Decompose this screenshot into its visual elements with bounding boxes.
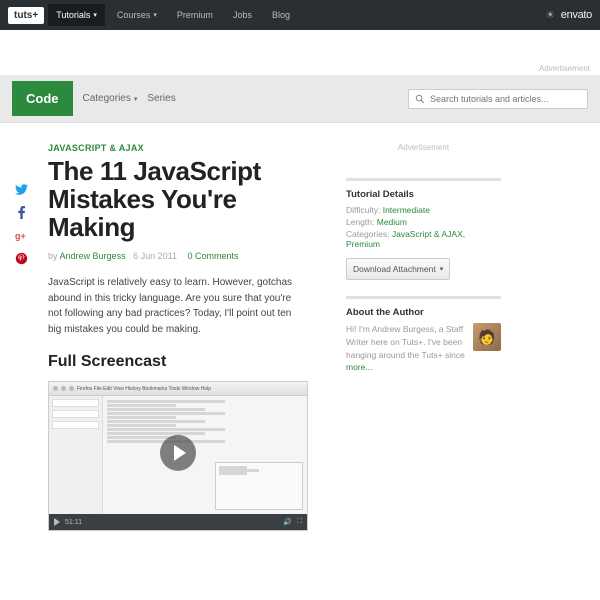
volume-icon[interactable]: 🔊 [283,518,292,526]
about-body: Hi! I'm Andrew Burgess, a Staff Writer h… [346,323,501,374]
file-item [52,421,99,429]
comments-link[interactable]: 0 Comments [187,251,238,261]
more-link[interactable]: more... [346,362,372,372]
nav-label: Tutorials [56,10,90,20]
chevron-down-icon: ▾ [93,11,97,19]
about-author-panel: About the Author Hi! I'm Andrew Burgess,… [346,296,501,374]
window-dot-icon [53,386,58,391]
search-input[interactable] [430,94,581,104]
video-time: 51:11 [65,519,82,526]
code-line [107,416,176,419]
detail-key: Categories: [346,229,389,239]
nav-premium[interactable]: Premium [169,4,221,26]
code-line [107,408,205,411]
logo-plus: + [32,10,38,21]
editor-sidebar [49,396,103,514]
detail-val: Intermediate [383,205,430,215]
top-nav-left: tuts+ Tutorials▾ Courses▾ Premium Jobs B… [8,4,298,26]
chevron-down-icon: ▾ [153,11,157,19]
nav-tutorials[interactable]: Tutorials▾ [48,4,105,26]
dev-console [215,462,303,510]
search-box[interactable] [408,89,588,109]
byline-prefix: by [48,251,58,261]
categories-label: Categories [83,93,131,104]
chevron-down-icon: ▾ [440,265,444,273]
svg-text:g+: g+ [15,231,26,241]
detail-row: Length: Medium [346,217,501,227]
author-avatar[interactable]: 🧑 [473,323,501,351]
screencast-body [49,396,307,514]
detail-key: Difficulty: [346,205,380,215]
tutorial-details-heading: Tutorial Details [346,189,501,200]
code-line [107,400,225,403]
googleplus-icon[interactable]: g+ [15,229,28,242]
main-content: g+ JAVASCRIPT & AJAX The 11 JavaScript M… [0,123,600,541]
top-navbar: tuts+ Tutorials▾ Courses▾ Premium Jobs B… [0,0,600,30]
detail-key: Length: [346,217,374,227]
pinterest-icon[interactable] [15,252,28,265]
window-dot-icon [61,386,66,391]
article-byline: by Andrew Burgess 6 Jun 2011 0 Comments [48,251,328,261]
code-line [107,420,205,423]
sun-icon[interactable]: ☀ [546,10,555,21]
play-button[interactable] [160,435,196,471]
nav-label: Premium [177,10,213,20]
browser-menu-label: Firefox File Edit View History Bookmarks… [77,386,211,392]
categories-dropdown[interactable]: Categories▾ [83,93,138,104]
tutorial-details-panel: Tutorial Details Difficulty: Intermediat… [346,178,501,280]
article-intro: JavaScript is relatively easy to learn. … [48,275,298,337]
series-link[interactable]: Series [147,93,175,104]
ad-label: Advertisement [346,143,501,152]
screencast-heading: Full Screencast [48,353,328,371]
file-item [52,410,99,418]
section-bar: Code Categories▾ Series [0,75,600,123]
about-heading: About the Author [346,307,501,318]
window-dot-icon [69,386,74,391]
code-line [107,404,176,407]
code-line [107,424,176,427]
article-column: JAVASCRIPT & AJAX The 11 JavaScript Mist… [48,143,328,531]
nav-label: Jobs [233,10,252,20]
video-controls: 51:11 🔊 ⛶ [49,514,307,530]
share-column: g+ [12,143,30,531]
article-title: The 11 JavaScript Mistakes You're Making [48,158,328,241]
ad-label: Advertisement [539,64,590,73]
code-line [107,428,225,431]
search-wrap [408,89,588,109]
nav-courses[interactable]: Courses▾ [109,4,165,26]
nav-jobs[interactable]: Jobs [225,4,260,26]
detail-row: Difficulty: Intermediate [346,205,501,215]
about-text-content: Hi! I'm Andrew Burgess, a Staff Writer h… [346,324,465,360]
file-item [52,399,99,407]
top-nav-right: ☀ envato [546,9,592,21]
section-tag-code[interactable]: Code [12,81,73,116]
search-icon [415,94,425,104]
about-text: Hi! I'm Andrew Burgess, a Staff Writer h… [346,323,467,374]
screencast-video[interactable]: Firefox File Edit View History Bookmarks… [48,381,308,531]
detail-val: Medium [377,217,407,227]
detail-row: Categories: JavaScript & AJAX, Premium [346,229,501,249]
play-icon[interactable] [54,518,60,526]
logo-text: tuts [14,10,32,21]
nav-blog[interactable]: Blog [264,4,298,26]
nav-label: Courses [117,10,151,20]
nav-label: Blog [272,10,290,20]
top-ad-space: Advertisement [0,30,600,75]
article-date: 6 Jun 2011 [133,251,177,261]
facebook-icon[interactable] [15,206,28,219]
twitter-icon[interactable] [15,183,28,196]
article-category[interactable]: JAVASCRIPT & AJAX [48,143,328,153]
sidebar-column: Advertisement Tutorial Details Difficult… [346,143,501,531]
site-logo[interactable]: tuts+ [8,7,44,24]
author-link[interactable]: Andrew Burgess [60,251,126,261]
code-line [107,432,205,435]
chevron-down-icon: ▾ [134,95,138,103]
code-line [107,412,225,415]
browser-chrome: Firefox File Edit View History Bookmarks… [49,382,307,396]
console-line [219,472,247,475]
envato-brand[interactable]: envato [561,9,592,21]
download-label: Download Attachment [353,264,436,274]
fullscreen-icon[interactable]: ⛶ [297,518,302,526]
download-attachment-button[interactable]: Download Attachment ▾ [346,258,450,280]
